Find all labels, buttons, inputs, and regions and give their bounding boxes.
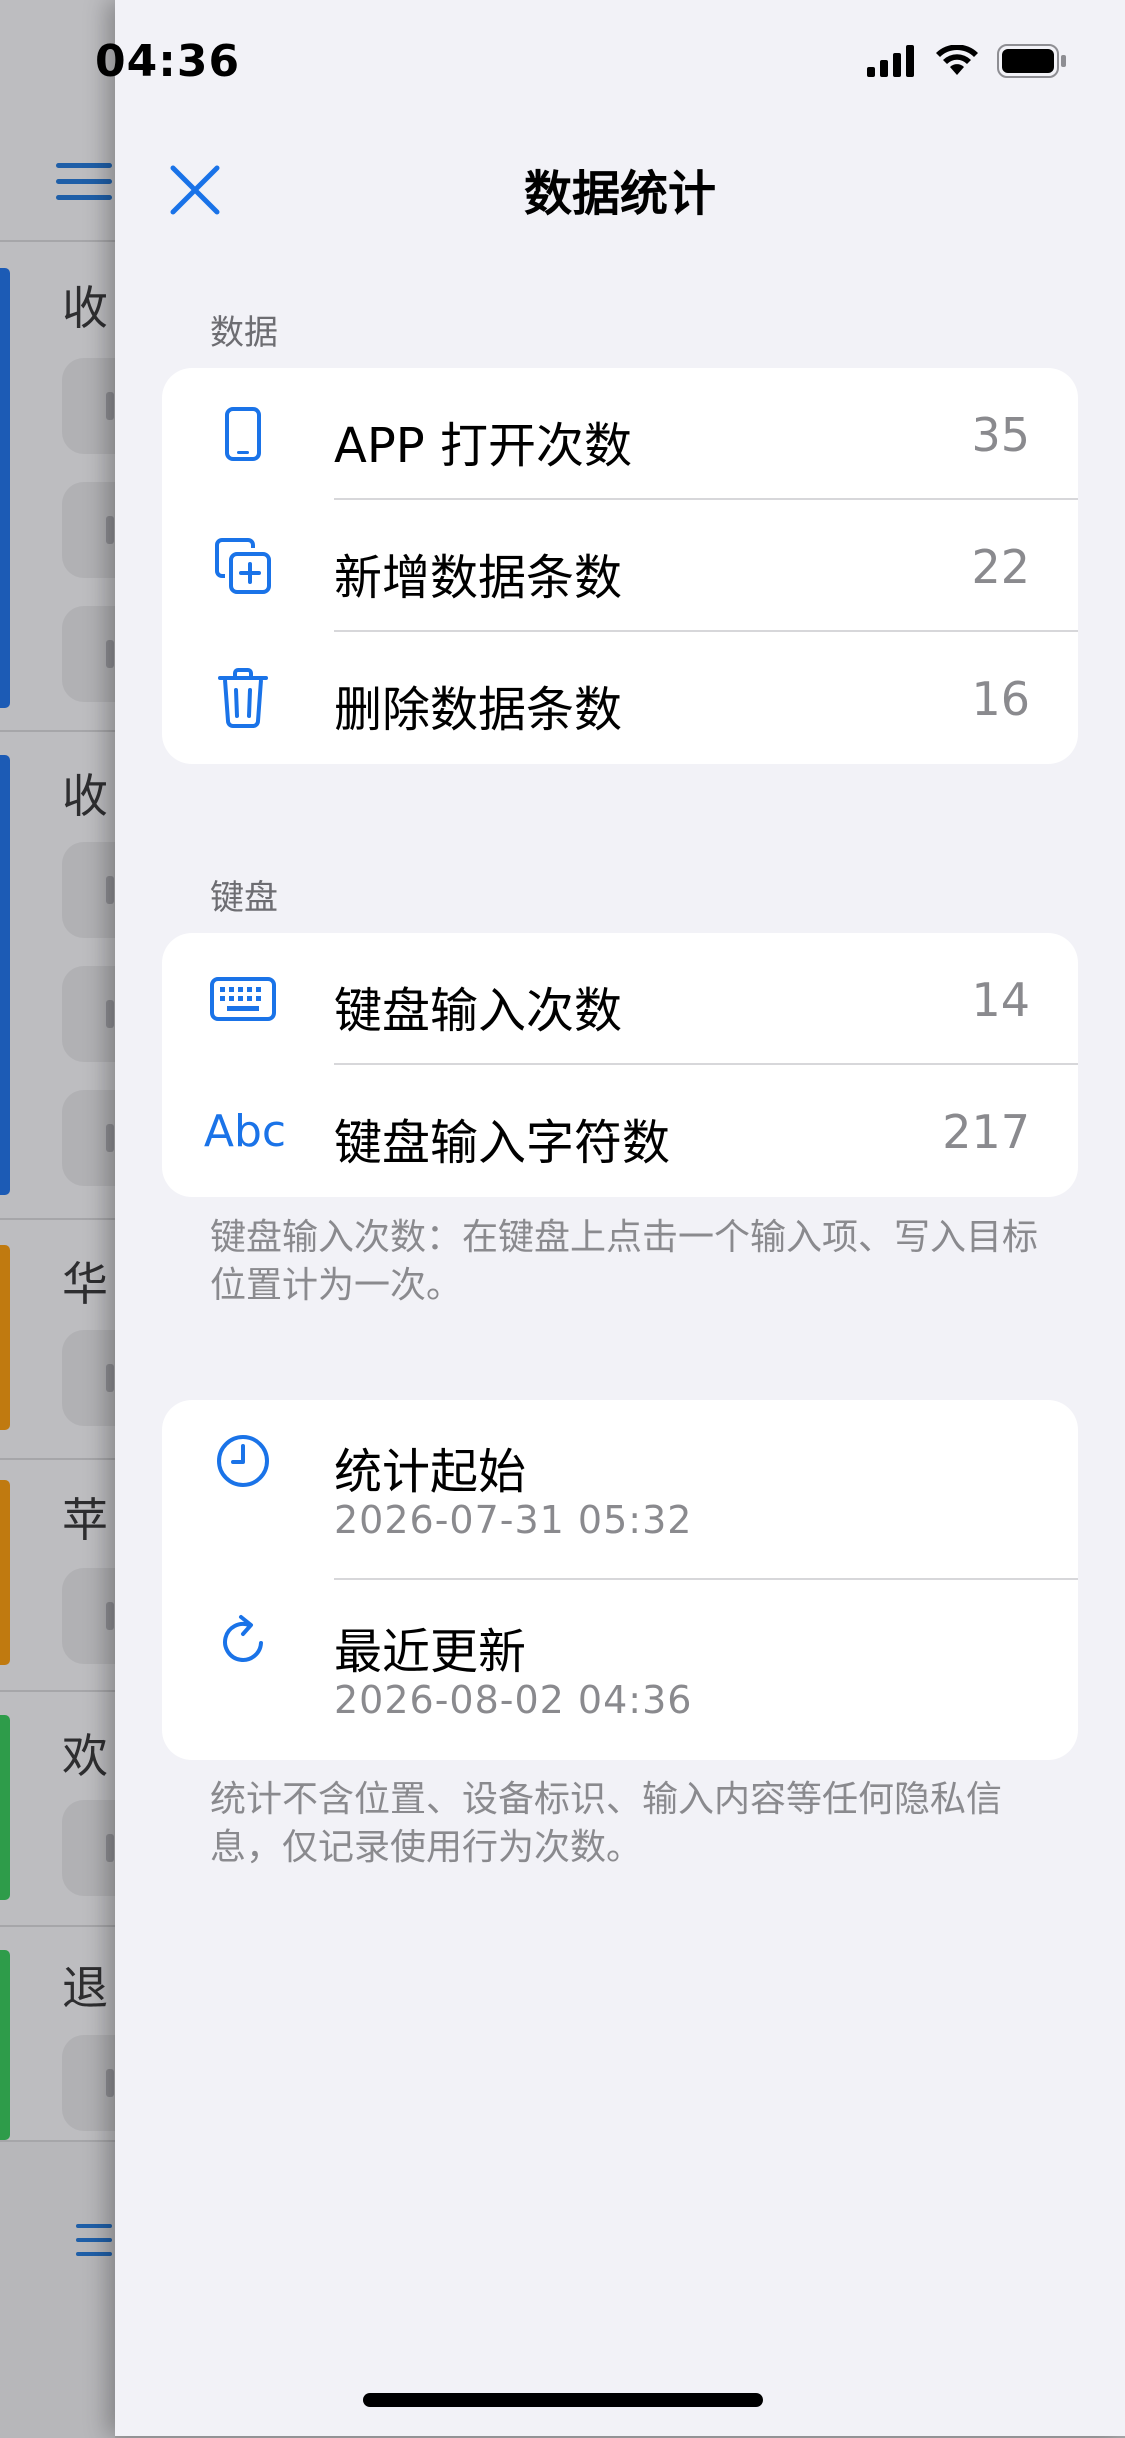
- stat-row-app-opens[interactable]: APP 打开次数 35: [162, 368, 1078, 500]
- section-title-fragment: 收: [62, 769, 108, 823]
- clock-icon: [202, 1420, 284, 1502]
- divider: [0, 730, 115, 732]
- divider: [0, 240, 115, 242]
- status-time: 04:36: [95, 36, 241, 87]
- row-timestamp: 2026-07-31 05:32: [334, 1498, 693, 1542]
- stat-row-keyboard-characters[interactable]: Abc 键盘输入字符数 217: [162, 1065, 1078, 1197]
- row-timestamp: 2026-08-02 04:36: [334, 1678, 693, 1722]
- row-value: 16: [971, 672, 1030, 726]
- row-label: 键盘输入次数: [334, 983, 623, 1039]
- section-title-fragment: 收: [62, 281, 108, 335]
- divider: [0, 1458, 115, 1460]
- stat-row-added-entries[interactable]: 新增数据条数 22: [162, 500, 1078, 632]
- divider: [0, 1218, 115, 1220]
- page-title: 数据统计: [523, 166, 716, 222]
- data-card: APP 打开次数 35 新增数据条数 22 删除数据条数 16: [162, 368, 1078, 764]
- section-title-fragment: 苹: [62, 1493, 108, 1547]
- menu-icon[interactable]: [56, 163, 112, 200]
- section-color-bar: [0, 1715, 10, 1900]
- section-color-bar: [0, 1480, 10, 1665]
- row-value: 35: [971, 408, 1030, 462]
- bottom-toolbar: [0, 2140, 115, 2438]
- status-bar: 04:36: [0, 0, 1125, 120]
- abc-icon: Abc: [203, 1105, 287, 1157]
- stat-row-keyboard-inputs[interactable]: 键盘输入次数 14: [162, 933, 1078, 1065]
- row-value: 217: [942, 1105, 1030, 1159]
- divider: [0, 1925, 115, 1927]
- section-title-fragment: 华: [62, 1257, 108, 1311]
- section-title-fragment: 欢: [62, 1729, 108, 1783]
- row-label: 删除数据条数: [334, 682, 623, 738]
- row-label: 新增数据条数: [334, 550, 623, 606]
- add-copy-icon: [202, 525, 284, 607]
- row-label: APP 打开次数: [334, 418, 632, 474]
- section-color-bar: [0, 1245, 10, 1430]
- row-value: 14: [971, 973, 1030, 1027]
- row-label: 统计起始: [334, 1444, 527, 1500]
- wifi-icon: [936, 45, 978, 75]
- cellular-signal-icon: [867, 45, 914, 77]
- battery-icon: [997, 44, 1066, 78]
- statistics-sheet: 数据统计 数据 APP 打开次数 35 新增数据条数 22 删除数据条数 16 …: [115, 0, 1125, 2436]
- section-color-bar: [0, 755, 10, 1195]
- privacy-footnote: 统计不含位置、设备标识、输入内容等任何隐私信息，仅记录使用行为次数。: [210, 1779, 1003, 1868]
- section-header-data: 数据: [210, 313, 278, 353]
- section-title-fragment: 退: [62, 1961, 108, 2015]
- stat-row-start-time[interactable]: 统计起始 2026-07-31 05:32: [162, 1400, 1078, 1578]
- section-color-bar: [0, 268, 10, 708]
- keyboard-card: 键盘输入次数 14 Abc 键盘输入字符数 217: [162, 933, 1078, 1197]
- stat-row-last-update[interactable]: 最近更新 2026-08-02 04:36: [162, 1580, 1078, 1760]
- row-value: 22: [971, 540, 1030, 594]
- keyboard-icon: [202, 958, 284, 1040]
- filter-icon[interactable]: [76, 2224, 112, 2258]
- trash-icon: [202, 657, 284, 739]
- phone-icon: [202, 393, 284, 475]
- row-label: 键盘输入字符数: [334, 1115, 671, 1171]
- section-color-bar: [0, 1950, 10, 2140]
- divider: [0, 1690, 115, 1692]
- stat-row-deleted-entries[interactable]: 删除数据条数 16: [162, 632, 1078, 764]
- refresh-icon: [202, 1600, 284, 1682]
- row-label: 最近更新: [334, 1624, 527, 1680]
- keyboard-footnote: 键盘输入次数：在键盘上点击一个输入项、写入目标位置计为一次。: [210, 1217, 1039, 1306]
- home-indicator: [363, 2393, 763, 2407]
- time-card: 统计起始 2026-07-31 05:32 最近更新 2026-08-02 04…: [162, 1400, 1078, 1760]
- section-header-keyboard: 键盘: [210, 878, 278, 918]
